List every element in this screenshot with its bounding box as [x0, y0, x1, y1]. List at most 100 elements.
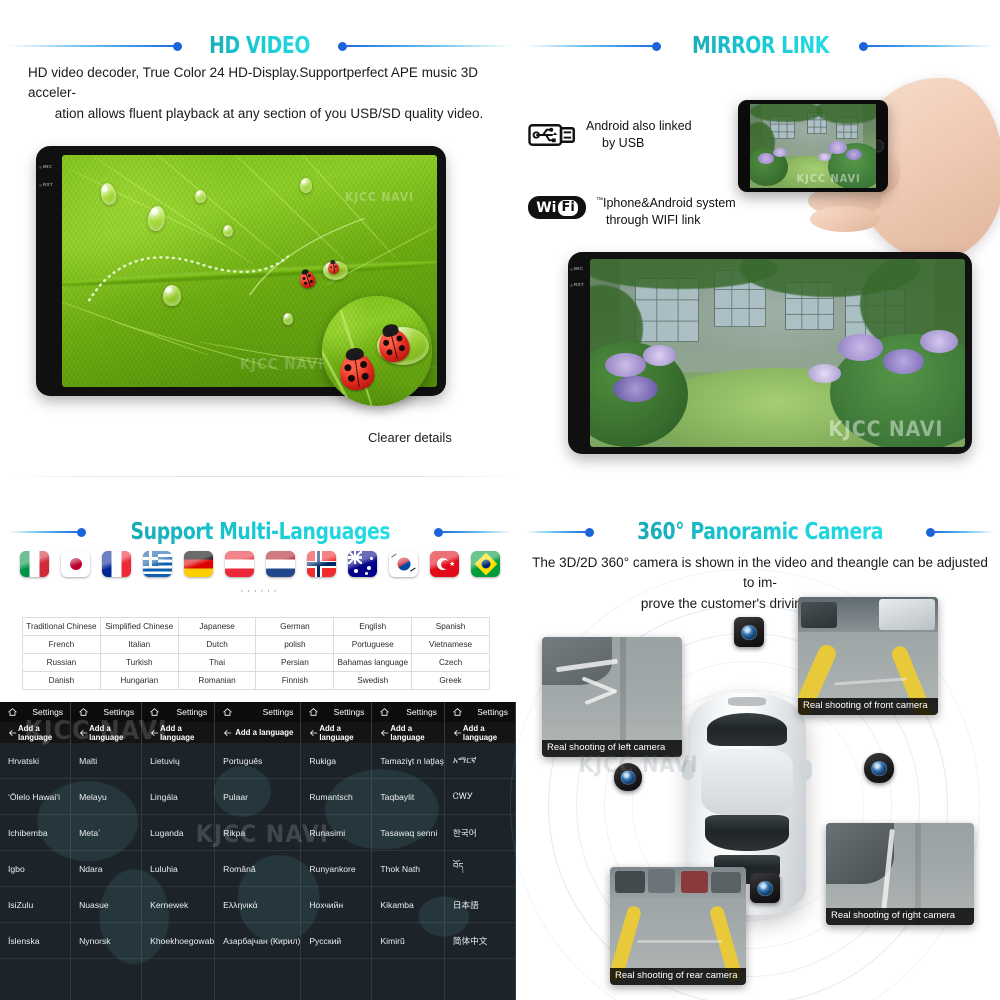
language-list-item[interactable]: Română [215, 851, 301, 887]
language-list-item[interactable]: Hrvatski [0, 743, 71, 779]
thumb-rear-camera[interactable]: Real shooting of rear camera [610, 867, 746, 985]
phone-screen[interactable]: KJCC NAVI [750, 104, 876, 188]
back-arrow-icon[interactable] [78, 728, 89, 738]
language-list-item[interactable]: አማርኛ [444, 743, 515, 779]
home-icon[interactable] [7, 707, 18, 717]
settings-title: Settings [103, 707, 135, 717]
language-list-item[interactable]: Thok Nath [372, 851, 444, 887]
language-list-item[interactable]: ᏣᎳᎩ [444, 779, 515, 815]
language-list-item[interactable]: Igbo [0, 851, 71, 887]
flag-brazil [471, 551, 500, 577]
thumb-front-camera[interactable]: Real shooting of front camera [798, 597, 938, 715]
back-arrow-icon[interactable] [149, 728, 160, 738]
language-list-item[interactable]: 日本語 [444, 887, 515, 923]
flag-france [102, 551, 131, 577]
camera-feed-left: Real shooting of left camera [542, 637, 682, 757]
add-language-title: Add a language [235, 728, 294, 737]
add-language-bar: Add a language [444, 722, 515, 743]
home-icon[interactable] [379, 707, 390, 717]
camera-rear [750, 873, 780, 903]
language-cell: Greek [411, 671, 490, 690]
language-list-item[interactable]: Metaʼ [71, 815, 142, 851]
language-list-item[interactable]: Runasimi [301, 815, 372, 851]
settings-title: Settings [262, 707, 294, 717]
mic-hole [39, 166, 42, 169]
flag-germany [184, 551, 213, 577]
home-icon[interactable] [149, 707, 160, 717]
back-arrow-icon[interactable] [308, 728, 319, 738]
language-list-item[interactable]: Tamaziɣt n laţlaş [372, 743, 444, 779]
language-list-item[interactable]: Азарбајчан (Кирил) [215, 923, 301, 959]
language-list-item[interactable]: Ndara [71, 851, 142, 887]
section-divider [8, 476, 520, 477]
language-list-item[interactable]: Rukiga [301, 743, 372, 779]
camera-feed-right: Real shooting of right camera [826, 823, 974, 925]
language-list-item[interactable]: Português [215, 743, 301, 779]
language-list-item[interactable]: Luluhia [142, 851, 215, 887]
language-list-item[interactable]: Íslenska [0, 923, 71, 959]
language-list-item[interactable]: Lietuvių [142, 743, 215, 779]
home-icon[interactable] [308, 707, 319, 717]
language-list-item[interactable]: Ελληνικά [215, 887, 301, 923]
language-list-item[interactable]: Malti [71, 743, 142, 779]
head-unit-screen[interactable]: KJCC NAVI [590, 259, 965, 447]
camera-title: 360° Panoramic Camera [624, 519, 896, 545]
home-icon[interactable] [78, 707, 89, 717]
language-list-item[interactable]: Нохчийн [301, 887, 372, 923]
language-list-item[interactable]: Nynorsk [71, 923, 142, 959]
header-dot-right [859, 41, 869, 51]
header-dot-left [584, 527, 594, 537]
settings-screens-collage: Settings Add a language Hrvatski ʻŌlelo Haw… [0, 702, 516, 1000]
language-list-item[interactable]: Luganda [142, 815, 215, 851]
language-list-item[interactable]: Lingála [142, 779, 215, 815]
home-icon[interactable] [222, 707, 233, 717]
thumb-left-camera[interactable]: Real shooting of left camera [542, 637, 682, 757]
water-drop [300, 178, 313, 194]
language-cell: Portuguese [333, 635, 413, 654]
home-icon[interactable] [452, 707, 463, 717]
language-list-item[interactable]: Khoekhoegowab [142, 923, 215, 959]
language-list-item[interactable]: Kernewek [142, 887, 215, 923]
back-arrow-icon[interactable] [452, 728, 463, 738]
language-list-item[interactable]: Ichibemba [0, 815, 71, 851]
header-dot-right [337, 41, 347, 51]
back-arrow-icon[interactable] [379, 728, 390, 738]
hd-video-desc-line1: HD video decoder, True Color 24 HD-Displ… [28, 65, 478, 101]
language-list-item[interactable]: IsiZulu [0, 887, 71, 923]
settings-titlebar: Settings [142, 702, 215, 722]
flag-netherlands [266, 551, 295, 577]
add-language-bar: Add a language [372, 722, 444, 743]
flag-austria [225, 551, 254, 577]
language-list-item[interactable]: ʻŌlelo Hawaiʻi [0, 779, 71, 815]
language-cell: Romanian [177, 671, 257, 690]
language-list-item[interactable]: 简体中文 [444, 923, 515, 959]
language-cell: Simplified Chinese [99, 617, 179, 636]
language-cell: Japanese [177, 617, 257, 636]
camera-feed-rear: Real shooting of rear camera [610, 867, 746, 985]
language-list-item[interactable]: Pulaar [215, 779, 301, 815]
back-arrow-icon[interactable] [7, 728, 18, 738]
language-cell: Turkish [99, 653, 179, 672]
languages-header: Support Multi-Languages [8, 519, 512, 545]
language-list-item[interactable]: Kimirũ [372, 923, 444, 959]
language-list-item[interactable]: Melayu [71, 779, 142, 815]
language-list-item[interactable]: Rumantsch [301, 779, 372, 815]
trademark-symbol: ™ [596, 196, 603, 204]
language-list-item[interactable]: Kikamba [372, 887, 444, 923]
water-drop [283, 312, 294, 325]
language-list-item[interactable]: Tasawaq senni [372, 815, 444, 851]
language-list-item[interactable]: Taqbaylit [372, 779, 444, 815]
mic-label: MIC [574, 266, 584, 271]
language-list-item[interactable]: Nuasue [71, 887, 142, 923]
language-list-item[interactable]: བོད [444, 851, 515, 887]
language-list-item[interactable]: Rikpa [215, 815, 301, 851]
thumb-right-camera[interactable]: Real shooting of right camera [826, 823, 974, 925]
magnified-leaf [322, 296, 432, 406]
language-list-item[interactable]: Русский [301, 923, 372, 959]
settings-panel: Settings Add a language Malti Melayu Metaʼ Nd… [71, 702, 143, 1000]
back-arrow-icon[interactable] [222, 728, 233, 738]
feature-usb-line2: by USB [602, 135, 645, 150]
language-list-item[interactable]: 한국어 [444, 815, 515, 851]
section-360-camera: 360° Panoramic Camera The 3D/2D 360° cam… [510, 497, 1000, 1000]
language-list-item[interactable]: Runyankore [301, 851, 372, 887]
